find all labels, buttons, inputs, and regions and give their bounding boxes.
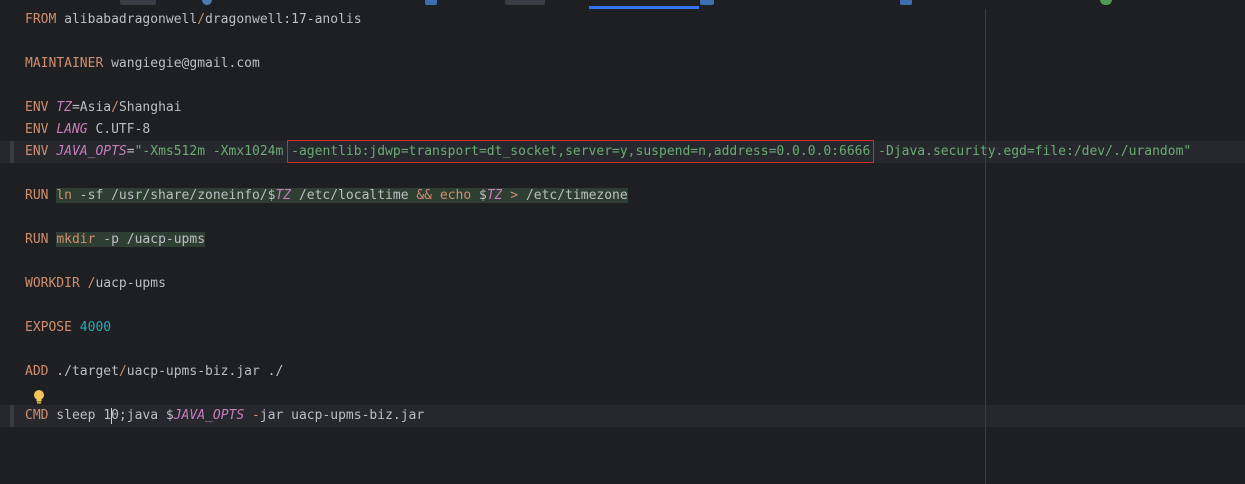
code-line[interactable]: ENV JAVA_OPTS="-Xms512m -Xmx1024m -agent… [25, 140, 1192, 163]
code-line[interactable]: WORKDIR /uacp-upms [25, 273, 1191, 295]
code-token: RUN [25, 188, 49, 203]
code-token: TZ [486, 188, 503, 203]
code-token: TZ [275, 188, 292, 203]
code-line[interactable] [25, 75, 1191, 97]
code-token: FROM [25, 12, 57, 27]
code-token: mkdir [56, 232, 96, 247]
code-token: WORKDIR [25, 276, 80, 291]
code-token: /etc/timezone [518, 188, 628, 203]
code-token: sleep 1 [48, 408, 112, 423]
code-token: -sf /usr/share/zoneinfo/$ [71, 188, 276, 203]
code-token: CMD [25, 408, 49, 423]
code-token: ADD [25, 364, 49, 379]
code-token: wangiegie@gmail.com [103, 56, 260, 71]
code-line[interactable]: ENV TZ=Asia/Shanghai [25, 97, 1191, 119]
code-token: MAINTAINER [25, 56, 104, 71]
code-token: / [111, 100, 119, 115]
file-icon [425, 0, 437, 5]
code-token: jar uacp-upms-biz.jar [259, 408, 425, 423]
code-token: ENV [25, 144, 49, 159]
code-line[interactable]: CMD sleep 10;java $JAVA_OPTS -jar uacp-u… [25, 405, 1191, 427]
code-token: dragonwell:17-anolis [205, 12, 362, 27]
code-line[interactable] [25, 295, 1191, 317]
code-area[interactable]: FROM alibabadragonwell/dragonwell:17-ano… [25, 9, 1191, 427]
code-line[interactable]: RUN mkdir -p /uacp-upms [25, 229, 1191, 251]
code-token: Shanghai [118, 100, 182, 115]
code-token: > [510, 188, 519, 203]
gutter-change-marker [10, 405, 14, 427]
code-token: =Asia [71, 100, 112, 115]
code-token: alibabadragonwell [56, 12, 198, 27]
code-token: -p /uacp-upms [95, 232, 206, 247]
code-token: - [252, 408, 260, 423]
lightbulb-icon[interactable] [32, 389, 46, 405]
code-token: 4000 [79, 320, 112, 335]
code-token: ENV [25, 122, 49, 137]
code-token: ENV [25, 100, 49, 115]
file-icon [900, 0, 912, 5]
gutter-change-marker [10, 141, 14, 163]
code-token: ln [56, 188, 72, 203]
code-token: EXPOSE [25, 320, 72, 335]
code-line[interactable]: MAINTAINER wangiegie@gmail.com [25, 53, 1191, 75]
code-token: TZ [56, 100, 72, 115]
dockerfile-editor[interactable]: FROM alibabadragonwell/dragonwell:17-ano… [0, 0, 1245, 484]
code-line[interactable]: FROM alibabadragonwell/dragonwell:17-ano… [25, 9, 1191, 31]
code-line[interactable] [25, 251, 1191, 273]
code-token: $ [471, 188, 487, 203]
file-icon [202, 0, 212, 5]
code-token: "-Xms512m -Xmx1024m [134, 144, 292, 159]
code-token: RUN [25, 232, 49, 247]
code-line[interactable] [25, 163, 1191, 185]
code-line[interactable] [25, 207, 1191, 229]
code-line[interactable]: RUN ln -sf /usr/share/zoneinfo/$TZ /etc/… [25, 185, 1191, 207]
code-line[interactable] [25, 383, 1191, 405]
tab-partial[interactable] [120, 0, 156, 5]
code-token: JAVA_OPTS [56, 144, 127, 159]
code-token: LANG [56, 122, 88, 137]
file-icon [700, 0, 714, 5]
highlighted-agentlib-option: -agentlib:jdwp=transport=dt_socket,serve… [287, 140, 875, 163]
code-token: / [197, 12, 206, 27]
code-token: 0;java $ [111, 408, 174, 423]
code-line[interactable] [25, 339, 1191, 361]
file-icon [1100, 0, 1112, 5]
code-line[interactable]: EXPOSE 4000 [25, 317, 1191, 339]
code-token [432, 188, 440, 203]
code-token: ./target [48, 364, 119, 379]
code-token: uacp-upms [95, 276, 166, 291]
code-token: -Djava.security.egd=file:/dev/./urandom" [870, 144, 1192, 159]
code-line[interactable] [25, 31, 1191, 53]
editor-tab-strip[interactable] [0, 0, 1245, 9]
code-token: echo [439, 188, 472, 203]
code-token: C.UTF-8 [87, 122, 151, 137]
code-line[interactable]: ADD ./target/uacp-upms-biz.jar ./ [25, 361, 1191, 383]
code-token: && [416, 188, 433, 203]
code-token: = [126, 144, 135, 159]
code-token: uacp-upms-biz.jar ./ [126, 364, 284, 379]
code-token: JAVA_OPTS [173, 408, 245, 423]
code-line[interactable]: ENV LANG C.UTF-8 [25, 119, 1191, 141]
code-token: /etc/localtime [291, 188, 417, 203]
code-token: / [118, 364, 127, 379]
tab-partial[interactable] [505, 0, 545, 5]
